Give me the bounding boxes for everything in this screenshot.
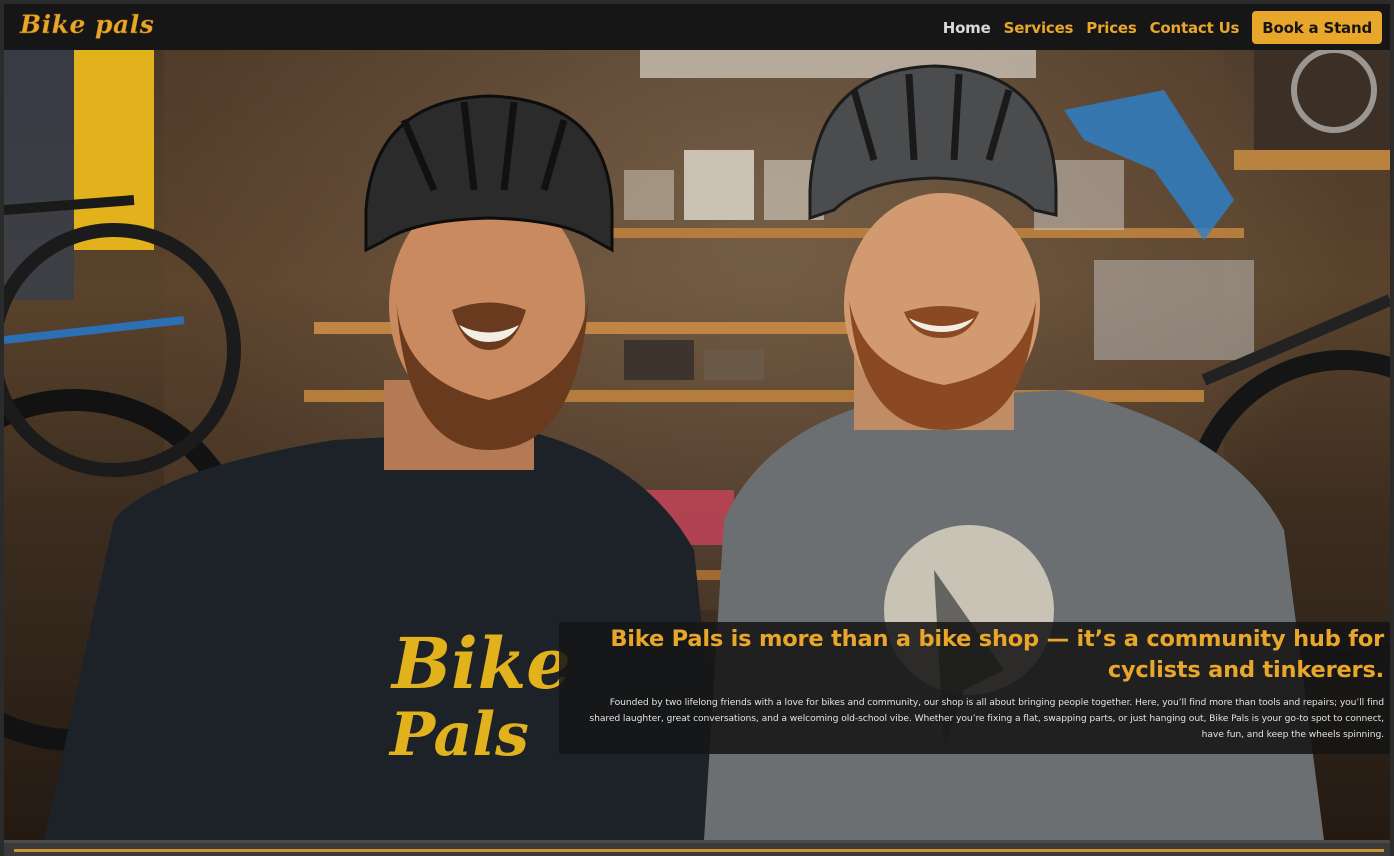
site-logo[interactable]: Bike pals <box>20 10 154 39</box>
footer-edge <box>4 840 1390 856</box>
hero-caption: Bike Pals is more than a bike shop — it’… <box>559 622 1390 754</box>
nav-contact-link[interactable]: Contact Us <box>1150 19 1240 37</box>
main-nav: Home Services Prices Contact Us Book a S… <box>943 11 1382 44</box>
hero-body: Founded by two lifelong friends with a l… <box>589 697 1384 740</box>
page-frame: Bike pals Home Services Prices Contact U… <box>4 4 1390 856</box>
nav-prices-link[interactable]: Prices <box>1086 19 1137 37</box>
hero-photo: Bike Pals Bike Pals is more than a bike … <box>4 50 1390 840</box>
nav-home-link[interactable]: Home <box>943 19 991 37</box>
book-stand-button[interactable]: Book a Stand <box>1252 11 1382 44</box>
site-header: Bike pals Home Services Prices Contact U… <box>4 4 1390 50</box>
hero-headline: Bike Pals is more than a bike shop — it’… <box>610 626 1384 683</box>
nav-services-link[interactable]: Services <box>1004 19 1074 37</box>
shirt-print-line1: Bike <box>390 622 571 705</box>
shirt-print-line2: Pals <box>388 700 529 770</box>
footer-accent-line <box>14 849 1384 852</box>
